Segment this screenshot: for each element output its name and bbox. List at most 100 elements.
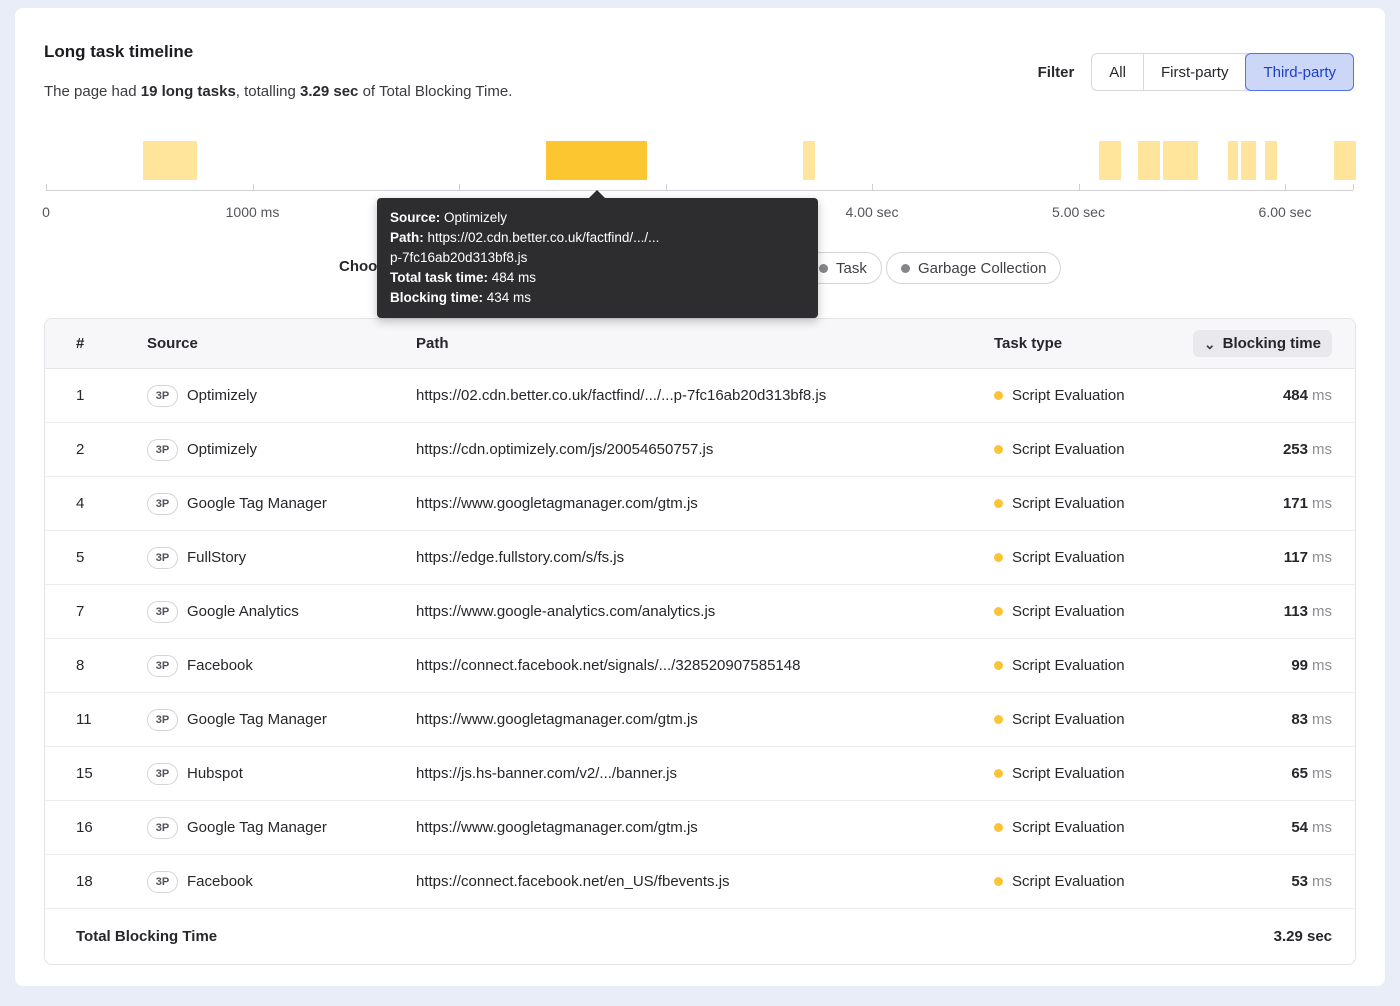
source-cell: 3P Facebook	[147, 655, 416, 677]
source-cell: 3POptimizely	[147, 439, 416, 461]
sort-blocking-time-button[interactable]: ⌄ Blocking time	[1193, 330, 1332, 357]
blocking-time-value: 253	[1283, 441, 1308, 458]
source-cell: 3PGoogle Tag Manager	[147, 709, 416, 731]
task-type-label: Script Evaluation	[1012, 441, 1125, 458]
blocking-time-unit: ms	[1312, 387, 1332, 404]
timeline-bar[interactable]	[1265, 141, 1277, 180]
blocking-time-cell: 54ms	[1291, 819, 1332, 836]
task-type-dot-icon	[994, 607, 1003, 616]
axis-tick	[1285, 184, 1286, 190]
blocking-time-unit: ms	[1312, 873, 1332, 890]
row-number: 18	[76, 873, 147, 890]
task-type-dot-icon	[994, 391, 1003, 400]
blocking-time-cell: 99ms	[1291, 657, 1332, 674]
axis-tick	[253, 184, 254, 190]
axis-tick	[872, 184, 873, 190]
path-cell: https://cdn.optimizely.com/js/2005465075…	[416, 441, 994, 458]
third-party-badge: 3P	[147, 763, 178, 785]
row-number: 15	[76, 765, 147, 782]
timeline-chart	[15, 141, 1385, 180]
tooltip-line: p-7fc16ab20d313bf8.js	[390, 248, 805, 268]
source-name: Facebook	[187, 657, 253, 674]
header-path: Path	[416, 335, 994, 352]
row-number: 5	[76, 549, 147, 566]
axis-tick	[1353, 184, 1354, 190]
timeline-bar[interactable]	[1163, 141, 1198, 180]
task-type-label: Script Evaluation	[1012, 495, 1125, 512]
tooltip-line: Path: https://02.cdn.better.co.uk/factfi…	[390, 228, 805, 248]
blocking-time-cell: 484ms	[1283, 387, 1332, 404]
source-name: Facebook	[187, 873, 253, 890]
tooltip-line: Blocking time: 434 ms	[390, 288, 805, 308]
header-task-type: Task type	[994, 335, 1062, 352]
filter-option-first-party[interactable]: First-party	[1144, 54, 1247, 90]
table-row: 83PFacebookhttps://connect.facebook.net/…	[45, 639, 1355, 693]
path-cell: https://connect.facebook.net/en_US/fbeve…	[416, 873, 994, 890]
task-type-dot-icon	[994, 445, 1003, 454]
third-party-badge: 3P	[147, 709, 178, 731]
task-type-cell: Script Evaluation	[994, 549, 1234, 566]
legend-pill-label: Garbage Collection	[918, 260, 1046, 277]
row-number: 16	[76, 819, 147, 836]
row-number: 1	[76, 387, 147, 404]
timeline-bar[interactable]	[143, 141, 197, 180]
source-cell: 3PGoogle Analytics	[147, 601, 416, 623]
filter-option-third-party[interactable]: Third-party	[1245, 53, 1354, 91]
long-task-timeline-card: Long task timeline The page had 19 long …	[15, 8, 1385, 986]
source-cell: 3PFacebook	[147, 871, 416, 893]
filter-controls: Filter AllFirst-partyThird-party	[1038, 53, 1354, 91]
header-source: Source	[147, 335, 416, 352]
task-type-label: Script Evaluation	[1012, 765, 1125, 782]
legend-dot-icon	[819, 264, 828, 273]
legend-pill-garbage-collection[interactable]: Garbage Collection	[886, 252, 1061, 284]
timeline-bar[interactable]	[1334, 141, 1356, 180]
blocking-time-unit: ms	[1312, 711, 1332, 728]
path-cell: https://www.googletagmanager.com/gtm.js	[416, 495, 994, 512]
blocking-time-value: 484	[1283, 387, 1308, 404]
task-type-dot-icon	[994, 877, 1003, 886]
legend-dot-icon	[901, 264, 910, 273]
blocking-time-unit: ms	[1312, 441, 1332, 458]
table-row: 43PGoogle Tag Managerhttps://www.googlet…	[45, 477, 1355, 531]
source-name: Optimizely	[187, 387, 257, 404]
task-type-cell: Script Evaluation	[994, 657, 1234, 674]
chevron-down-icon: ⌄	[1204, 339, 1216, 349]
table-header-row: # Source Path Task type ⌄ Blocking time	[45, 319, 1355, 369]
timeline-bar[interactable]	[1099, 141, 1121, 180]
subtitle-text-2: , totalling	[236, 83, 300, 100]
table-row: 183PFacebookhttps://connect.facebook.net…	[45, 855, 1355, 909]
timeline-bar[interactable]	[1138, 141, 1160, 180]
timeline-bar[interactable]	[1241, 141, 1256, 180]
table-row: 153PHubspothttps://js.hs-banner.com/v2/.…	[45, 747, 1355, 801]
filter-option-all[interactable]: All	[1092, 54, 1144, 90]
source-cell: 3PHubspot	[147, 763, 416, 785]
third-party-badge: 3P	[147, 655, 178, 677]
timeline-bar-highlighted[interactable]	[546, 141, 647, 180]
third-party-badge: 3P	[147, 493, 178, 515]
timeline-bar[interactable]	[803, 141, 815, 180]
source-cell: 3PGoogle Tag Manager	[147, 493, 416, 515]
axis-tick-label: 1000 ms	[226, 204, 280, 220]
task-type-cell: Script Evaluation	[994, 765, 1234, 782]
task-type-cell: Script Evaluation	[994, 711, 1234, 728]
task-type-cell: Script Evaluation	[994, 873, 1234, 890]
blocking-time-value: 171	[1283, 495, 1308, 512]
blocking-time-cell: 113ms	[1284, 603, 1332, 620]
blocking-time-cell: 65ms	[1291, 765, 1332, 782]
blocking-time-unit: ms	[1312, 495, 1332, 512]
task-type-dot-icon	[994, 769, 1003, 778]
timeline-bar[interactable]	[1228, 141, 1238, 180]
third-party-badge: 3P	[147, 817, 178, 839]
task-type-dot-icon	[994, 499, 1003, 508]
task-type-label: Script Evaluation	[1012, 603, 1125, 620]
blocking-time-unit: ms	[1312, 765, 1332, 782]
path-cell: https://www.googletagmanager.com/gtm.js	[416, 819, 994, 836]
path-cell: https://edge.fullstory.com/s/fs.js	[416, 549, 994, 566]
filter-segmented-control: AllFirst-partyThird-party	[1091, 53, 1354, 91]
tooltip-line: Total task time: 484 ms	[390, 268, 805, 288]
source-cell: 3PGoogle Tag Manager	[147, 817, 416, 839]
source-name: Optimizely	[187, 441, 257, 458]
header-num: #	[76, 335, 147, 352]
blocking-time-value: 117	[1284, 549, 1308, 566]
task-type-label: Script Evaluation	[1012, 549, 1125, 566]
